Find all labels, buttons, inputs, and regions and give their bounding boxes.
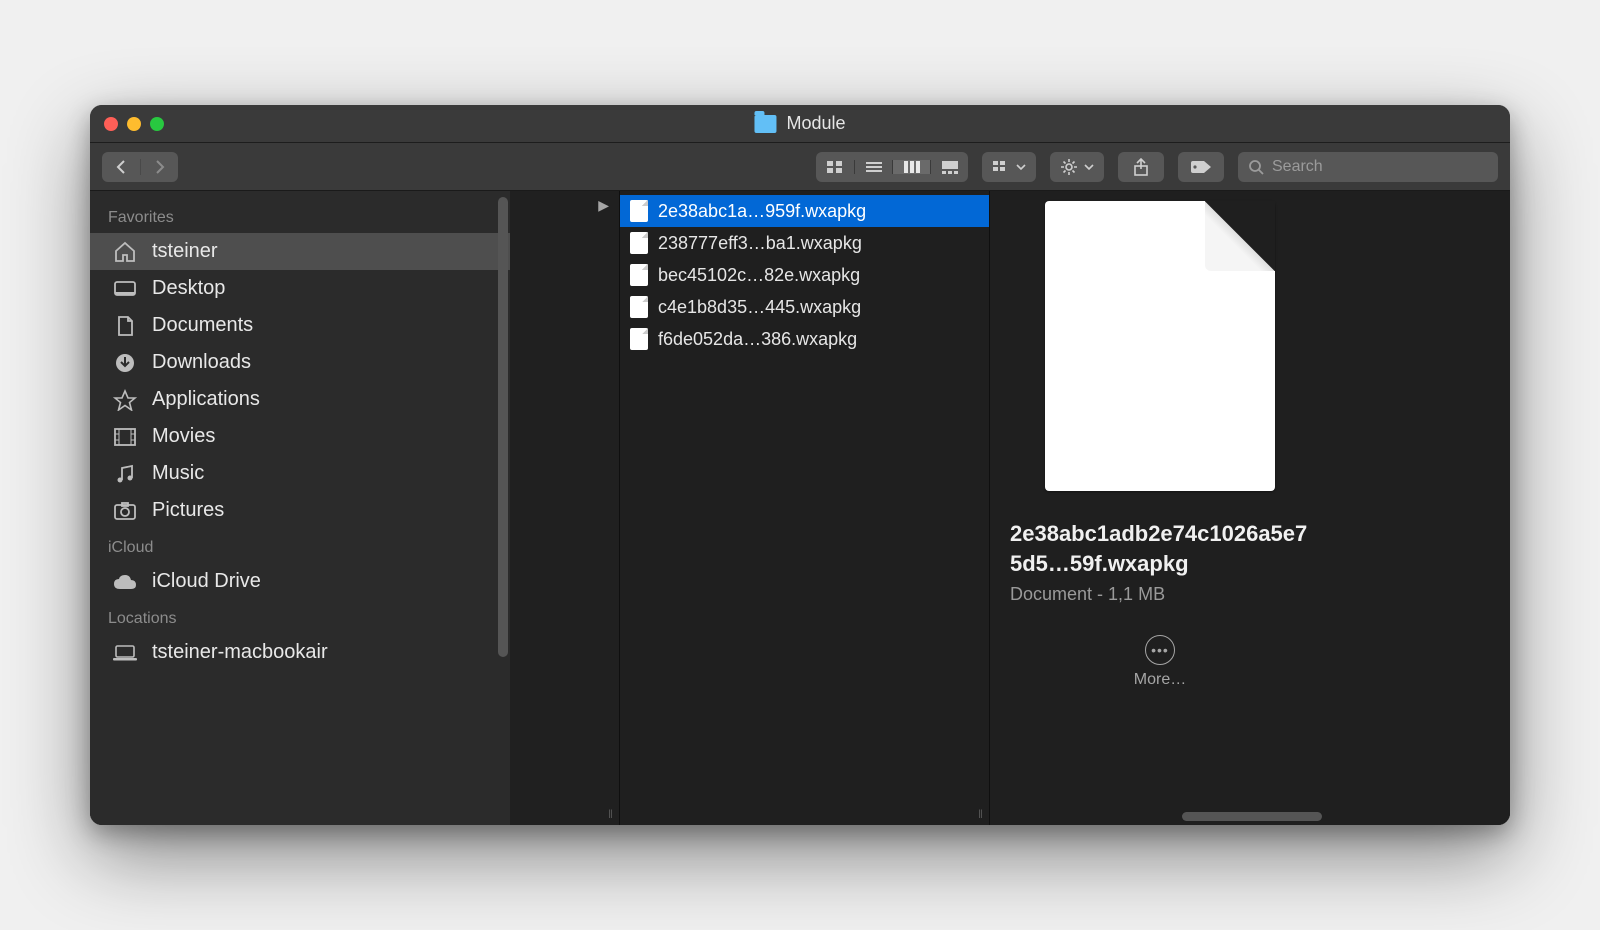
preview-size: 1,1 MB [1108,584,1165,604]
more-icon: ••• [1145,635,1175,665]
finder-body: Favorites tsteiner Desktop Documents Downlo… [90,191,1510,825]
home-icon [112,241,138,263]
action-button[interactable] [1050,152,1104,182]
file-row[interactable]: 238777eff3…ba1.wxapkg [620,227,989,259]
sidebar-item-label: tsteiner-macbookair [152,641,328,664]
sidebar-item[interactable]: tsteiner-macbookair [90,634,510,671]
download-icon [112,352,138,374]
minimize-window-button[interactable] [127,117,141,131]
sidebar-item-label: Music [152,462,204,485]
document-icon [630,200,648,222]
tag-icon [1190,160,1212,174]
movies-icon [112,426,138,448]
view-mode-switcher [816,152,968,182]
share-button[interactable] [1118,152,1164,182]
close-window-button[interactable] [104,117,118,131]
zoom-window-button[interactable] [150,117,164,131]
sidebar-item[interactable]: Pictures [90,492,510,529]
sidebar-item-label: Applications [152,388,260,411]
tags-button[interactable] [1178,152,1224,182]
preview-filename: 2e38abc1adb2e74c1026a5e75d5…59f.wxapkg [990,519,1330,578]
sidebar-item[interactable]: Movies [90,418,510,455]
laptop-icon [112,642,138,664]
cloud-icon [112,571,138,593]
sidebar-section-locations: Locations [90,600,510,634]
sidebar-item-label: Movies [152,425,215,448]
search-input[interactable] [1272,158,1488,176]
preview-kind: Document [1010,584,1092,604]
sidebar-item[interactable]: iCloud Drive [90,563,510,600]
preview-document-icon [1045,201,1275,491]
file-row[interactable]: bec45102c…82e.wxapkg [620,259,989,291]
docs-icon [112,315,138,337]
view-gallery-button[interactable] [930,160,968,174]
sidebar-section-favorites: Favorites [90,199,510,233]
search-icon [1248,159,1264,175]
sidebar-item[interactable]: Applications [90,381,510,418]
search-field[interactable] [1238,152,1498,182]
gear-icon [1060,158,1078,176]
sidebar-item-label: Pictures [152,499,224,522]
sidebar-scrollbar[interactable] [498,197,508,657]
more-label: More… [1134,671,1186,689]
sidebar-item[interactable]: Music [90,455,510,492]
sidebar-item-label: Documents [152,314,253,337]
file-name: 238777eff3…ba1.wxapkg [658,233,862,254]
back-button[interactable] [102,159,140,175]
sidebar-item[interactable]: tsteiner [90,233,510,270]
view-list-button[interactable] [854,160,892,174]
column-parent[interactable]: ▶ ǁ [510,191,620,825]
sidebar-item[interactable]: Desktop [90,270,510,307]
sidebar-item-label: iCloud Drive [152,570,261,593]
sidebar-item[interactable]: Documents [90,307,510,344]
column-browser: ▶ ǁ 2e38abc1a…959f.wxapkg 238777eff3…ba1.… [510,191,1510,825]
file-name: 2e38abc1a…959f.wxapkg [658,201,866,222]
document-icon [630,232,648,254]
preview-metadata: Document - 1,1 MB [990,578,1185,605]
column-files: 2e38abc1a…959f.wxapkg 238777eff3…ba1.wxap… [620,191,990,825]
preview-pane: 2e38abc1adb2e74c1026a5e75d5…59f.wxapkg D… [990,191,1330,825]
document-icon [630,328,648,350]
column-resize-handle[interactable]: ǁ [608,807,615,821]
sidebar-item[interactable]: Downloads [90,344,510,381]
preview-more[interactable]: ••• More… [1134,635,1186,689]
window-title: Module [786,113,845,134]
sidebar-item-label: Downloads [152,351,251,374]
traffic-lights [104,117,164,131]
preview-scrollbar[interactable] [1182,812,1322,821]
view-icon-button[interactable] [816,160,854,174]
file-name: bec45102c…82e.wxapkg [658,265,860,286]
sidebar-section-icloud: iCloud [90,529,510,563]
arrange-button[interactable] [982,152,1036,182]
file-name: f6de052da…386.wxapkg [658,329,857,350]
file-row[interactable]: c4e1b8d35…445.wxapkg [620,291,989,323]
sidebar-item-label: Desktop [152,277,225,300]
chevron-down-icon [1084,163,1094,171]
music-icon [112,463,138,485]
document-icon [630,296,648,318]
view-column-button[interactable] [892,160,930,174]
column-resize-handle[interactable]: ǁ [978,807,985,821]
toolbar [90,143,1510,191]
disclosure-arrow-icon: ▶ [598,197,609,214]
finder-window: Module [90,105,1510,825]
document-icon [630,264,648,286]
pictures-icon [112,500,138,522]
desktop-icon [112,278,138,300]
share-icon [1133,158,1149,176]
forward-button[interactable] [140,159,178,175]
file-row[interactable]: f6de052da…386.wxapkg [620,323,989,355]
titlebar: Module [90,105,1510,143]
sidebar: Favorites tsteiner Desktop Documents Downlo… [90,191,510,825]
nav-buttons [102,152,178,182]
apps-icon [112,389,138,411]
sidebar-item-label: tsteiner [152,240,218,263]
window-title-wrap: Module [754,113,845,134]
file-name: c4e1b8d35…445.wxapkg [658,297,861,318]
file-row[interactable]: 2e38abc1a…959f.wxapkg [620,195,989,227]
chevron-down-icon [1016,163,1026,171]
folder-icon [754,115,776,133]
